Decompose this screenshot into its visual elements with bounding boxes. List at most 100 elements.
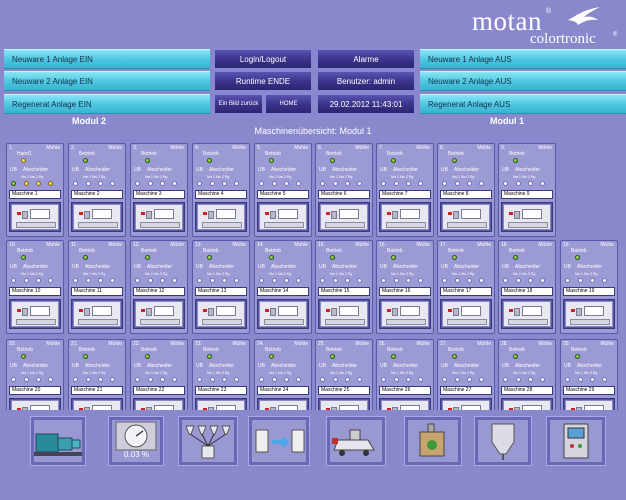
machine-name-field[interactable]: Maschine 26 bbox=[379, 386, 431, 395]
machine-card[interactable]: 3. Mühle Betrieb UB Abscheider Nw 1 Nw 2 Rg Ma… bbox=[130, 143, 188, 237]
neuware2-aus-button[interactable]: Neuware 2 Anlage AUS bbox=[420, 71, 626, 91]
separator-sublabels: Nw 1 Nw 2 Rg bbox=[269, 371, 292, 375]
machine-name-field[interactable]: Maschine 27 bbox=[440, 386, 492, 395]
tile-hoppers[interactable] bbox=[178, 416, 238, 466]
machine-card[interactable]: 14. Mühle Betrieb UB Abscheider Nw 1 Nw 2 Rg M… bbox=[254, 240, 312, 334]
machine-image[interactable] bbox=[563, 299, 615, 329]
neuware2-ein-button[interactable]: Neuware 2 Anlage EIN bbox=[4, 71, 210, 91]
machine-name-field[interactable]: Maschine 25 bbox=[318, 386, 370, 395]
machine-card[interactable]: 17. Mühle Betrieb UB Abscheider Nw 1 Nw 2 Rg M… bbox=[437, 240, 495, 334]
ub-led-icon bbox=[381, 181, 386, 186]
home-button[interactable]: HOME bbox=[265, 94, 312, 114]
machine-name-field[interactable]: Maschine 8 bbox=[440, 190, 492, 199]
alarme-button[interactable]: Alarme bbox=[317, 49, 415, 69]
machine-name-field[interactable]: Maschine 6 bbox=[318, 190, 370, 199]
machine-name-field[interactable]: Maschine 14 bbox=[257, 287, 309, 296]
machine-image[interactable] bbox=[501, 299, 553, 329]
betrieb-label: Betrieb bbox=[326, 151, 342, 157]
machine-card[interactable]: 1. Mühle Hand1 UB Abscheider Nw 1 Nw 2 Rg Masc… bbox=[6, 143, 64, 237]
machine-name-field[interactable]: Maschine 1 bbox=[9, 190, 61, 199]
machine-illustration-icon bbox=[259, 301, 307, 327]
machine-image[interactable] bbox=[9, 202, 61, 232]
abscheider-label: Abscheider bbox=[515, 363, 541, 369]
tile-transfer[interactable] bbox=[248, 416, 310, 466]
machine-card[interactable]: 10. Mühle Betrieb UB Abscheider Nw 1 Nw 2 Rg M… bbox=[6, 240, 64, 334]
machine-image[interactable] bbox=[440, 299, 492, 329]
machine-image[interactable] bbox=[318, 299, 370, 329]
machine-card[interactable]: 12. Mühle Betrieb UB Abscheider Nw 1 Nw 2 Rg M… bbox=[130, 240, 188, 334]
machine-name-field[interactable]: Maschine 7 bbox=[379, 190, 431, 199]
machine-image[interactable] bbox=[501, 202, 553, 232]
neuware1-ein-button[interactable]: Neuware 1 Anlage EIN bbox=[4, 49, 210, 69]
tile-granulator[interactable] bbox=[326, 416, 386, 466]
machine-name-field[interactable]: Maschine 9 bbox=[501, 190, 553, 199]
machine-name-field[interactable]: Maschine 15 bbox=[318, 287, 370, 296]
machine-image[interactable] bbox=[195, 299, 247, 329]
machine-name-field[interactable]: Maschine 4 bbox=[195, 190, 247, 199]
neuware1-aus-button[interactable]: Neuware 1 Anlage AUS bbox=[420, 49, 626, 69]
runtime-ende-button[interactable]: Runtime ENDE bbox=[214, 71, 312, 91]
machine-image[interactable] bbox=[318, 202, 370, 232]
tile-cabinet[interactable] bbox=[546, 416, 606, 466]
machine-name-field[interactable]: Maschine 20 bbox=[9, 386, 61, 395]
modul2-label[interactable]: Modul 2 bbox=[72, 116, 106, 126]
machine-image[interactable] bbox=[71, 299, 123, 329]
machine-name-field[interactable]: Maschine 3 bbox=[133, 190, 185, 199]
machine-name-field[interactable]: Maschine 19 bbox=[563, 287, 615, 296]
machine-image[interactable] bbox=[257, 202, 309, 232]
machine-name-field[interactable]: Maschine 12 bbox=[133, 287, 185, 296]
machine-card[interactable]: 9. Mühle Betrieb UB Abscheider Nw 1 Nw 2 Rg Ma… bbox=[498, 143, 556, 237]
machine-name-field[interactable]: Maschine 21 bbox=[71, 386, 123, 395]
machine-image[interactable] bbox=[133, 202, 185, 232]
machine-card[interactable]: 13. Mühle Betrieb UB Abscheider Nw 1 Nw 2 Rg M… bbox=[192, 240, 250, 334]
back-button[interactable]: Ein Bild zurück bbox=[214, 94, 263, 114]
machine-name-field[interactable]: Maschine 24 bbox=[257, 386, 309, 395]
machine-card[interactable]: 8. Mühle Betrieb UB Abscheider Nw 1 Nw 2 Rg Ma… bbox=[437, 143, 495, 237]
regenerat-aus-button[interactable]: Regenerat Anlage AUS bbox=[420, 94, 626, 114]
machine-name-field[interactable]: Maschine 5 bbox=[257, 190, 309, 199]
machine-card[interactable]: 5. Mühle Betrieb UB Abscheider Nw 1 Nw 2 Rg Ma… bbox=[254, 143, 312, 237]
machine-name-field[interactable]: Maschine 10 bbox=[9, 287, 61, 296]
machine-card[interactable]: 2. Mühle Betrieb UB Abscheider Nw 1 Nw 2 Rg Ma… bbox=[68, 143, 126, 237]
machine-number: 29. bbox=[563, 341, 570, 347]
machine-image[interactable] bbox=[133, 299, 185, 329]
tile-pump[interactable] bbox=[30, 416, 86, 466]
tile-gauge[interactable]: 0.03 % bbox=[108, 416, 164, 466]
machine-name-field[interactable]: Maschine 22 bbox=[133, 386, 185, 395]
machine-image[interactable] bbox=[379, 202, 431, 232]
ub-led-icon bbox=[503, 377, 508, 382]
login-logout-button[interactable]: Login/Logout bbox=[214, 49, 312, 69]
rg-led-icon bbox=[540, 377, 545, 382]
machine-name-field[interactable]: Maschine 28 bbox=[501, 386, 553, 395]
machine-card[interactable]: 4. Mühle Betrieb UB Abscheider Nw 1 Nw 2 Rg Ma… bbox=[192, 143, 250, 237]
machine-card[interactable]: 7. Mühle Betrieb UB Abscheider Nw 1 Nw 2 Rg Ma… bbox=[376, 143, 434, 237]
machine-name-field[interactable]: Maschine 11 bbox=[71, 287, 123, 296]
machine-name-field[interactable]: Maschine 13 bbox=[195, 287, 247, 296]
machine-image[interactable] bbox=[379, 299, 431, 329]
machine-image[interactable] bbox=[257, 299, 309, 329]
machine-card[interactable]: 6. Mühle Betrieb UB Abscheider Nw 1 Nw 2 Rg Ma… bbox=[315, 143, 373, 237]
machine-name-field[interactable]: Maschine 2 bbox=[71, 190, 123, 199]
machine-name-field[interactable]: Maschine 23 bbox=[195, 386, 247, 395]
tile-dryer[interactable] bbox=[404, 416, 462, 466]
machine-image[interactable] bbox=[440, 202, 492, 232]
nw2-led-icon bbox=[160, 278, 165, 283]
machine-name-field[interactable]: Maschine 16 bbox=[379, 287, 431, 296]
ub-label: UB bbox=[441, 363, 448, 369]
machine-card[interactable]: 19. Mühle Betrieb UB Abscheider Nw 1 Nw 2 Rg M… bbox=[560, 240, 618, 334]
modul1-label[interactable]: Modul 1 bbox=[490, 116, 524, 126]
machine-image[interactable] bbox=[195, 202, 247, 232]
regenerat-ein-button[interactable]: Regenerat Anlage EIN bbox=[4, 94, 210, 114]
machine-name-field[interactable]: Maschine 17 bbox=[440, 287, 492, 296]
machine-image[interactable] bbox=[9, 299, 61, 329]
machine-image[interactable] bbox=[71, 202, 123, 232]
machine-card[interactable]: 16. Mühle Betrieb UB Abscheider Nw 1 Nw 2 Rg M… bbox=[376, 240, 434, 334]
tile-silo[interactable] bbox=[474, 416, 532, 466]
machine-name-field[interactable]: Maschine 29 bbox=[563, 386, 615, 395]
machine-card[interactable]: 11. Mühle Betrieb UB Abscheider Nw 1 Nw 2 Rg M… bbox=[68, 240, 126, 334]
machine-name-field[interactable]: Maschine 18 bbox=[501, 287, 553, 296]
machine-card[interactable]: 18. Mühle Betrieb UB Abscheider Nw 1 Nw 2 Rg M… bbox=[498, 240, 556, 334]
betrieb-label: Betrieb bbox=[79, 347, 95, 353]
machine-number: 4. bbox=[195, 145, 200, 151]
machine-card[interactable]: 15. Mühle Betrieb UB Abscheider Nw 1 Nw 2 Rg M… bbox=[315, 240, 373, 334]
